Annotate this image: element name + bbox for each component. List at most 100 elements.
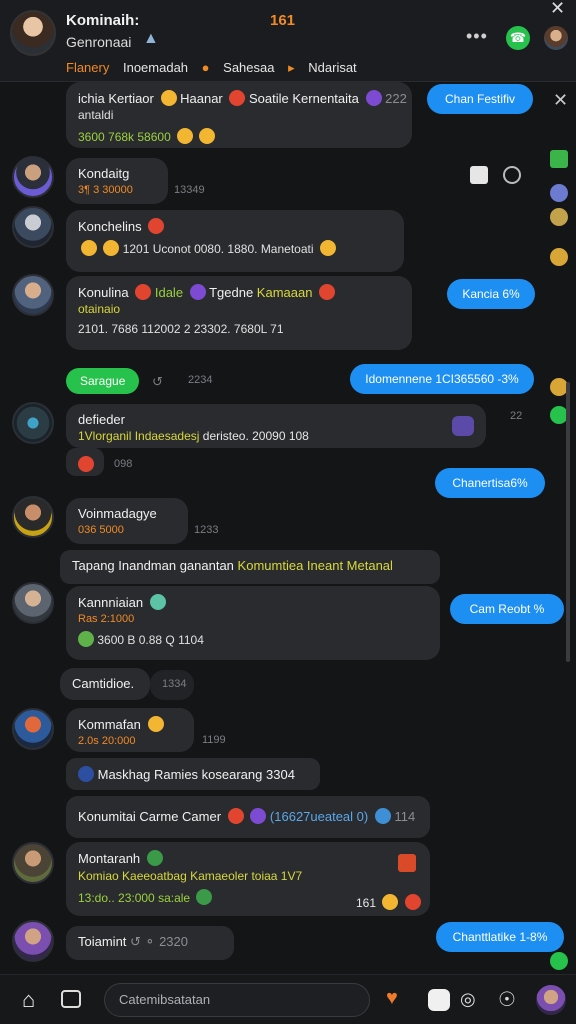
emoji-icon bbox=[103, 240, 120, 256]
gear-icon[interactable] bbox=[550, 208, 568, 226]
tab-inoemadah[interactable]: Inoemadah bbox=[123, 60, 188, 75]
message-count: 161 bbox=[356, 894, 421, 910]
message-bubble[interactable]: Konchelins 1201 Uconot 0080. 1880. Manet… bbox=[66, 210, 404, 272]
target-icon[interactable]: ☉ bbox=[498, 987, 516, 1012]
message-bubble[interactable]: Kondaitg 3¶ 3 30000 bbox=[66, 158, 168, 204]
message-text: Maskhag Ramies kosearang 3304 bbox=[78, 766, 308, 782]
emoji-icon bbox=[227, 808, 244, 824]
heart-icon[interactable] bbox=[452, 416, 474, 436]
sender-name: Kondaitg bbox=[78, 166, 130, 181]
avatar[interactable] bbox=[12, 842, 54, 884]
reaction-pill[interactable]: Chanertisa6% bbox=[435, 468, 545, 498]
emoji-picker-icon[interactable] bbox=[428, 989, 450, 1011]
timestamp: 2234 bbox=[188, 374, 213, 386]
user-avatar[interactable] bbox=[536, 985, 566, 1015]
close-icon[interactable]: ✕ bbox=[553, 90, 568, 111]
user-icon[interactable] bbox=[550, 184, 568, 202]
message-bubble[interactable]: Kommafan 2.0s 20:000 bbox=[66, 708, 194, 752]
avatar[interactable] bbox=[12, 206, 54, 248]
avatar[interactable] bbox=[12, 402, 54, 444]
emoji-icon bbox=[177, 128, 194, 144]
emoji-icon bbox=[382, 894, 399, 910]
like-icon[interactable] bbox=[470, 166, 488, 184]
reply-icon[interactable] bbox=[503, 166, 521, 184]
message-text: 1Vlorganil Indaesadesj deristeo. 20090 1… bbox=[78, 429, 309, 443]
message-text: antaldi bbox=[78, 108, 114, 122]
reaction-pill[interactable]: Idomennene 1CI365560 -3% bbox=[350, 364, 534, 394]
reaction-pill[interactable]: Cam Reobt % bbox=[450, 594, 564, 624]
message-bubble[interactable]: Tapang Inandman ganantan Komumtiea Inean… bbox=[60, 550, 440, 584]
dot-icon: ● bbox=[201, 60, 210, 75]
home-icon[interactable]: ⌂ bbox=[22, 987, 35, 1013]
message-input[interactable]: Catemibsatatan bbox=[104, 983, 370, 1017]
reaction-pill[interactable]: Chanttlatike 1-8% bbox=[436, 922, 564, 952]
message-text: otainaio bbox=[78, 302, 121, 316]
avatar[interactable] bbox=[12, 582, 54, 624]
avatar[interactable] bbox=[12, 274, 54, 316]
heart-icon[interactable]: ♥ bbox=[386, 987, 398, 1010]
message-bubble[interactable]: defieder 1Vlorganil Indaesadesj deristeo… bbox=[66, 404, 486, 448]
message-text: 1201 Uconot 0080. 1880. Manetoati bbox=[78, 240, 392, 256]
sender-meta: 2.0s 20:000 bbox=[78, 735, 136, 747]
avatar[interactable] bbox=[12, 708, 54, 750]
tree-icon bbox=[78, 631, 94, 647]
message-feed: ichia Kertiaor Haanar Soatile Kernentait… bbox=[0, 82, 576, 974]
composer-bar: ⌂ Catemibsatatan ♥ ◎ ☉ bbox=[0, 974, 576, 1024]
message-bubble[interactable]: Kannniaian Ras 2:1000 3600 B 0.88 Q 1104 bbox=[66, 586, 440, 660]
timestamp: 1199 bbox=[202, 734, 226, 746]
reaction-pill[interactable]: Chan Festifiv bbox=[427, 84, 533, 114]
chevron-right-icon: ▸ bbox=[288, 60, 295, 75]
scrollbar[interactable] bbox=[566, 382, 570, 662]
emoji-icon bbox=[160, 90, 177, 106]
emoji-icon bbox=[189, 284, 206, 300]
message-bubble[interactable]: Konumitai Carme Camer (16627ueateal 0) 1… bbox=[66, 796, 430, 838]
status-button[interactable]: Sarague bbox=[66, 368, 140, 394]
app-icon[interactable] bbox=[550, 150, 568, 168]
emoji-icon bbox=[365, 90, 382, 106]
message-text: Komiao Kaeeoatbag Kamaeoler toiaa 1V7 bbox=[78, 869, 303, 883]
avatar[interactable] bbox=[12, 496, 54, 538]
emoji-icon bbox=[229, 90, 246, 106]
message-bubble[interactable]: Maskhag Ramies kosearang 3304 bbox=[66, 758, 320, 790]
sticker-icon[interactable] bbox=[61, 990, 81, 1008]
message-bubble[interactable]: Toiamint ↺ ⚬ 2320 bbox=[66, 926, 234, 960]
sender-meta: 036 5000 bbox=[78, 524, 124, 536]
message-bubble[interactable]: Camtidioe. bbox=[60, 668, 150, 700]
emoji-icon bbox=[319, 284, 336, 300]
chat-title: Kominaih: bbox=[66, 12, 140, 29]
chat-header: Kominaih: 161 Genronaai ▲ Flanery Inoema… bbox=[0, 0, 576, 82]
more-icon[interactable]: ••• bbox=[466, 26, 488, 47]
smile-icon[interactable] bbox=[550, 248, 568, 266]
timestamp-chip: 1334 bbox=[150, 670, 194, 700]
message-line: Toiamint ↺ ⚬ 2320 bbox=[78, 934, 188, 949]
message-bubble[interactable]: ichia Kertiaor Haanar Soatile Kernentait… bbox=[66, 82, 412, 148]
tab-sahesaa[interactable]: Sahesaa bbox=[223, 60, 274, 75]
reaction-pill[interactable]: Kancia 6% bbox=[447, 279, 535, 309]
profile-avatar[interactable] bbox=[544, 26, 568, 50]
emoji-icon bbox=[81, 240, 97, 256]
message-stats: 2101. 7686 112002 2 23302. 7680L 71 bbox=[78, 322, 284, 336]
tab-flanery[interactable]: Flanery bbox=[66, 60, 109, 75]
message-bubble[interactable]: Konulina Idale Tgedne Kamaaan otainaio 2… bbox=[66, 276, 412, 350]
flag-icon[interactable] bbox=[398, 854, 416, 872]
call-icon[interactable]: ☎ bbox=[506, 26, 530, 50]
avatar[interactable] bbox=[12, 156, 54, 198]
avatar[interactable] bbox=[12, 920, 54, 962]
camera-icon[interactable]: ◎ bbox=[460, 989, 476, 1010]
reaction-chip[interactable] bbox=[66, 448, 104, 476]
message-bubble[interactable]: Voinmadagye 036 5000 bbox=[66, 498, 188, 544]
sender-meta: 3¶ 3 30000 bbox=[78, 184, 133, 196]
sender-name: Konchelins bbox=[78, 218, 392, 234]
tab-ndarisat[interactable]: Ndarisat bbox=[308, 60, 356, 75]
message-stats: 3600 768k 58600 bbox=[78, 128, 400, 144]
close-icon[interactable]: ✕ bbox=[550, 0, 565, 19]
refresh-icon: ↺ ⚬ bbox=[130, 934, 156, 949]
timestamp: 1334 bbox=[162, 678, 187, 690]
group-avatar[interactable] bbox=[10, 10, 56, 56]
refresh-icon[interactable]: ↺ bbox=[152, 374, 163, 390]
emoji-icon bbox=[135, 284, 152, 300]
header-tabs: Flanery Inoemadah ● Sahesaa ▸ Ndarisat bbox=[66, 60, 367, 76]
planet-icon bbox=[78, 766, 94, 782]
sender-line: Kommafan bbox=[78, 716, 182, 732]
reply-count: 22 bbox=[510, 410, 523, 422]
